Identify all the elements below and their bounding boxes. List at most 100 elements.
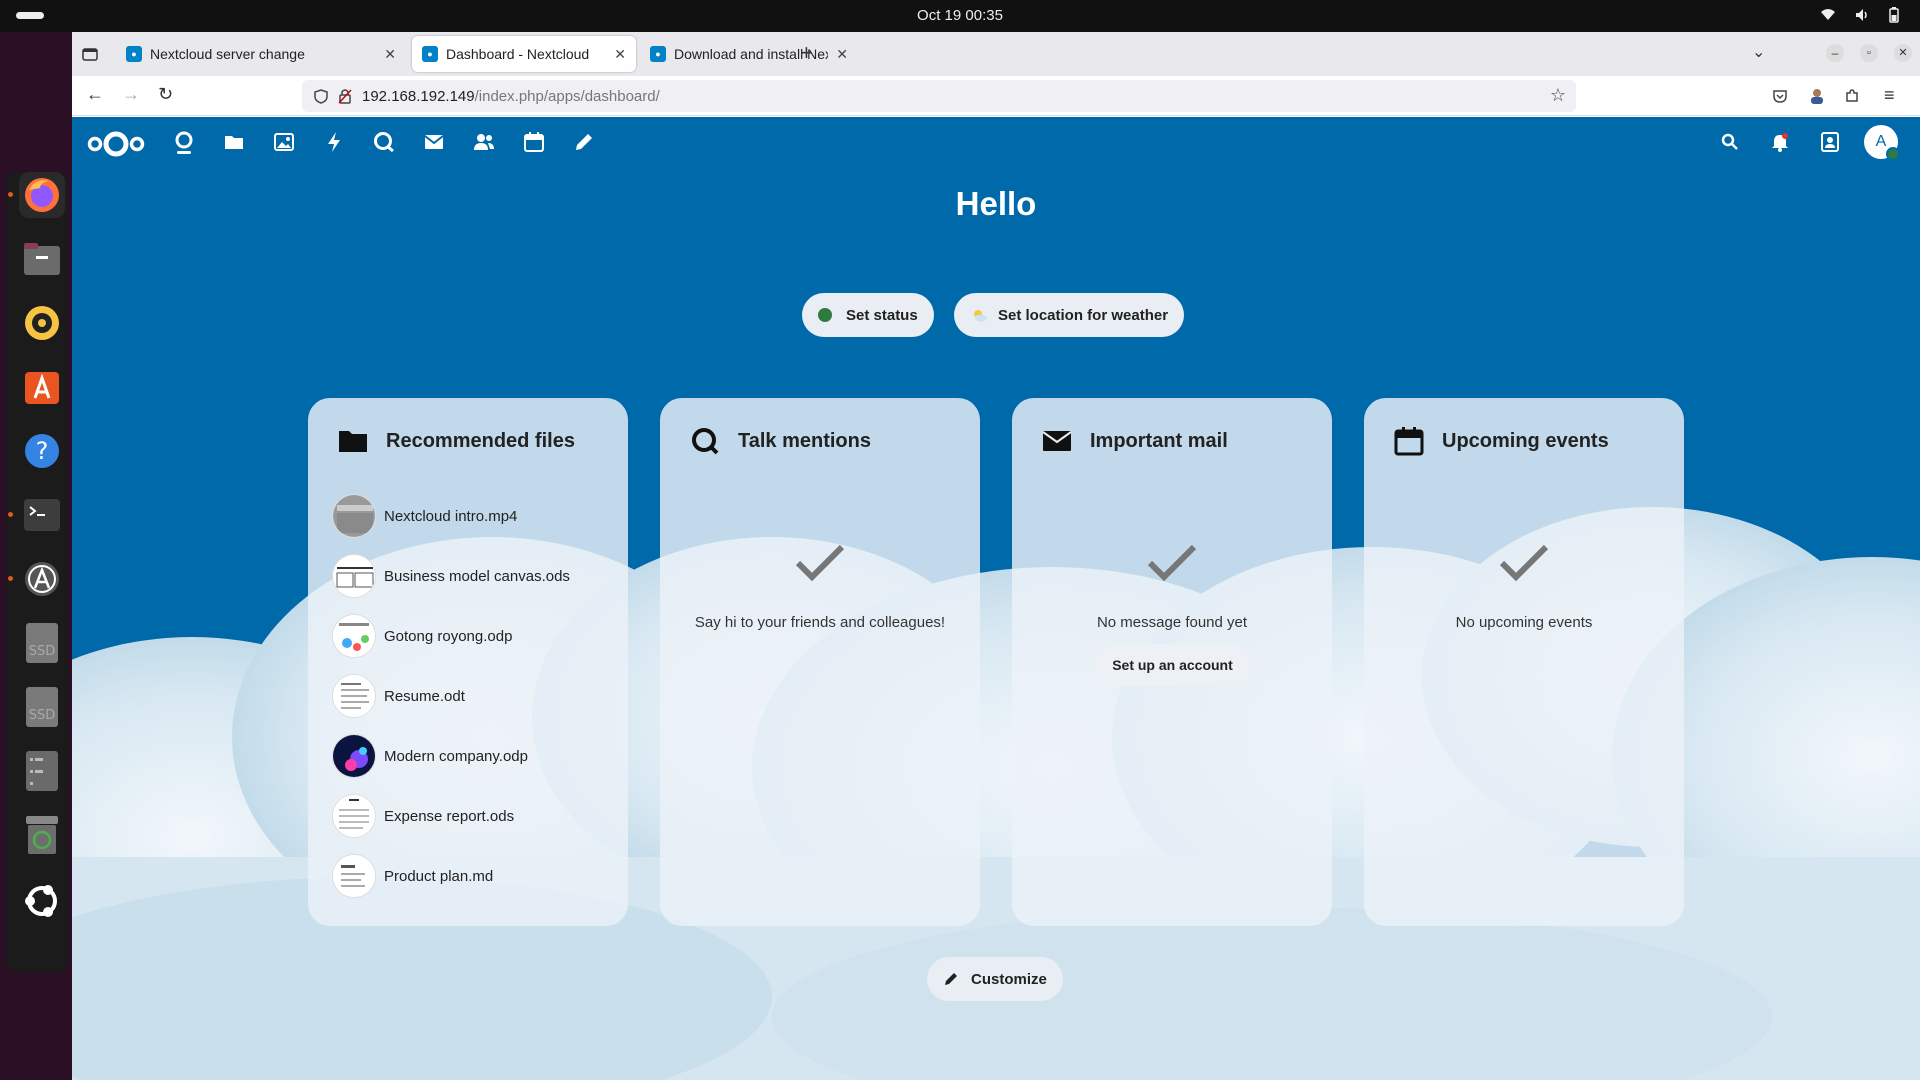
dock-panel: ? SSD SSD	[6, 172, 68, 972]
list-item[interactable]: Gotong royong.odp	[332, 614, 512, 658]
hamburger-menu-icon[interactable]: ≡	[1884, 85, 1895, 106]
svg-text:SSD: SSD	[29, 708, 56, 723]
search-icon[interactable]	[1718, 130, 1742, 154]
list-item[interactable]: Modern company.odp	[332, 734, 528, 778]
address-bar[interactable]: 192.168.192.149/index.php/apps/dashboard…	[302, 80, 1576, 112]
restore-button[interactable]: ▫	[1860, 44, 1878, 62]
activity-app-icon[interactable]	[322, 130, 346, 154]
spreadsheet-thumbnail-icon	[332, 794, 376, 838]
ssd-drive-launcher[interactable]: SSD	[19, 684, 65, 730]
widget-title: Recommended files	[386, 430, 575, 452]
system-tray[interactable]	[1820, 7, 1900, 23]
close-tab-icon[interactable]: ✕	[614, 46, 626, 63]
minimize-button[interactable]: –	[1826, 44, 1844, 62]
list-item[interactable]: Nextcloud intro.mp4	[332, 494, 517, 538]
list-item[interactable]: Product plan.md	[332, 854, 493, 898]
widget-title: Upcoming events	[1442, 430, 1609, 452]
notes-app-icon[interactable]	[572, 130, 596, 154]
shield-icon[interactable]	[314, 89, 328, 104]
chevron-down-icon[interactable]: ⌄	[1752, 42, 1765, 62]
online-status-badge	[1886, 147, 1900, 161]
files-app-icon[interactable]	[222, 130, 246, 154]
greeting-heading: Hello	[955, 185, 1037, 222]
rhythmbox-launcher[interactable]	[19, 300, 65, 346]
markdown-thumbnail-icon	[332, 854, 376, 898]
tab-title: Dashboard - Nextcloud	[446, 46, 590, 62]
presentation-thumbnail-icon	[332, 614, 376, 658]
file-name: Modern company.odp	[384, 747, 528, 765]
dashboard-app-icon[interactable]	[172, 130, 196, 154]
tab-dashboard[interactable]: ● Dashboard - Nextcloud ✕	[412, 36, 636, 72]
drive-icon: SSD	[26, 623, 58, 663]
wifi-icon	[1821, 9, 1835, 20]
bookmark-star-icon[interactable]: ☆	[1550, 85, 1566, 106]
url-text[interactable]: 192.168.192.149/index.php/apps/dashboard…	[362, 88, 660, 105]
set-weather-location-button[interactable]: Set location for weather	[954, 293, 1185, 337]
empty-state-text: No message found yet	[1096, 614, 1248, 631]
checkmark-icon	[660, 543, 980, 588]
dock: ? SSD SSD	[0, 32, 72, 1080]
talk-app-icon[interactable]	[372, 130, 396, 154]
empty-state-text: No upcoming events	[1455, 614, 1593, 631]
tab-overview-icon[interactable]	[82, 46, 98, 62]
list-item[interactable]: Expense report.ods	[332, 794, 514, 838]
software-updater-launcher[interactable]	[19, 556, 65, 602]
app-center-launcher[interactable]	[19, 364, 65, 410]
widget-title: Important mail	[1090, 430, 1228, 452]
tab-nextcloud-changelog[interactable]: ● Nextcloud server change ✕	[116, 36, 406, 72]
contacts-app-icon[interactable]	[472, 130, 496, 154]
tab-download-install[interactable]: ● Download and install Nex ✕	[640, 36, 858, 72]
files-launcher[interactable]	[19, 236, 65, 282]
set-status-button[interactable]: Set status	[802, 293, 934, 337]
url-host: 192.168.192.149	[362, 88, 475, 105]
firefox-launcher[interactable]	[19, 172, 65, 218]
help-launcher[interactable]: ?	[19, 428, 65, 474]
mail-app-icon[interactable]	[422, 130, 446, 154]
calendar-icon	[1394, 427, 1424, 456]
calendar-app-icon[interactable]	[522, 130, 546, 154]
list-item[interactable]: Resume.odt	[332, 674, 465, 718]
reload-icon[interactable]: ↻	[158, 84, 173, 105]
file-name: Business model canvas.ods	[384, 567, 570, 585]
close-tab-icon[interactable]: ✕	[384, 46, 396, 63]
contacts-menu-icon[interactable]	[1818, 130, 1842, 154]
customize-button[interactable]: Customize	[927, 957, 1063, 1001]
close-tab-icon[interactable]: ✕	[836, 46, 848, 63]
nextcloud-header: A	[72, 117, 1920, 167]
set-up-account-button[interactable]: Set up an account	[1094, 644, 1251, 686]
notifications-bell-icon[interactable]	[1768, 130, 1792, 154]
pocket-icon[interactable]	[1772, 88, 1788, 104]
system-clock[interactable]: Oct 19 00:35	[0, 7, 1920, 24]
navigation-toolbar: ← → ↻ 192.168.192.149/index.php/apps/das…	[72, 76, 1920, 116]
nextcloud-favicon-icon: ●	[422, 46, 438, 62]
battery-icon	[1889, 7, 1899, 23]
set-status-label: Set status	[846, 306, 918, 324]
trash-icon	[26, 816, 58, 854]
new-tab-button[interactable]: +	[800, 40, 813, 66]
close-window-button[interactable]: ✕	[1894, 44, 1912, 62]
back-arrow-icon[interactable]: ←	[86, 84, 104, 105]
tab-title: Nextcloud server change	[150, 46, 305, 62]
envelope-icon	[1042, 431, 1072, 451]
speaker-icon	[25, 306, 59, 340]
terminal-launcher[interactable]	[19, 492, 65, 538]
avatar-letter: A	[1875, 133, 1887, 150]
presentation-thumbnail-icon	[332, 734, 376, 778]
forward-arrow-icon[interactable]: →	[122, 84, 140, 105]
profile-extension-icon[interactable]	[1808, 87, 1826, 105]
disk-icon	[26, 751, 58, 791]
folder-icon	[339, 431, 367, 452]
ssd-drive-launcher[interactable]: SSD	[19, 620, 65, 666]
app-store-icon	[25, 372, 59, 404]
updater-icon	[25, 562, 59, 596]
list-item[interactable]: Business model canvas.ods	[332, 554, 570, 598]
extensions-puzzle-icon[interactable]	[1844, 88, 1860, 104]
disk-utility-launcher[interactable]	[19, 748, 65, 794]
insecure-lock-icon[interactable]	[338, 88, 352, 104]
trash-launcher[interactable]	[19, 812, 65, 858]
show-apps-launcher[interactable]	[19, 878, 65, 924]
nextcloud-logo-icon[interactable]	[86, 130, 146, 158]
empty-state-text: Say hi to your friends and colleagues!	[694, 614, 946, 631]
photos-app-icon[interactable]	[272, 130, 296, 154]
nextcloud-dashboard: A Hello Set status Set location for weat…	[72, 117, 1920, 1080]
